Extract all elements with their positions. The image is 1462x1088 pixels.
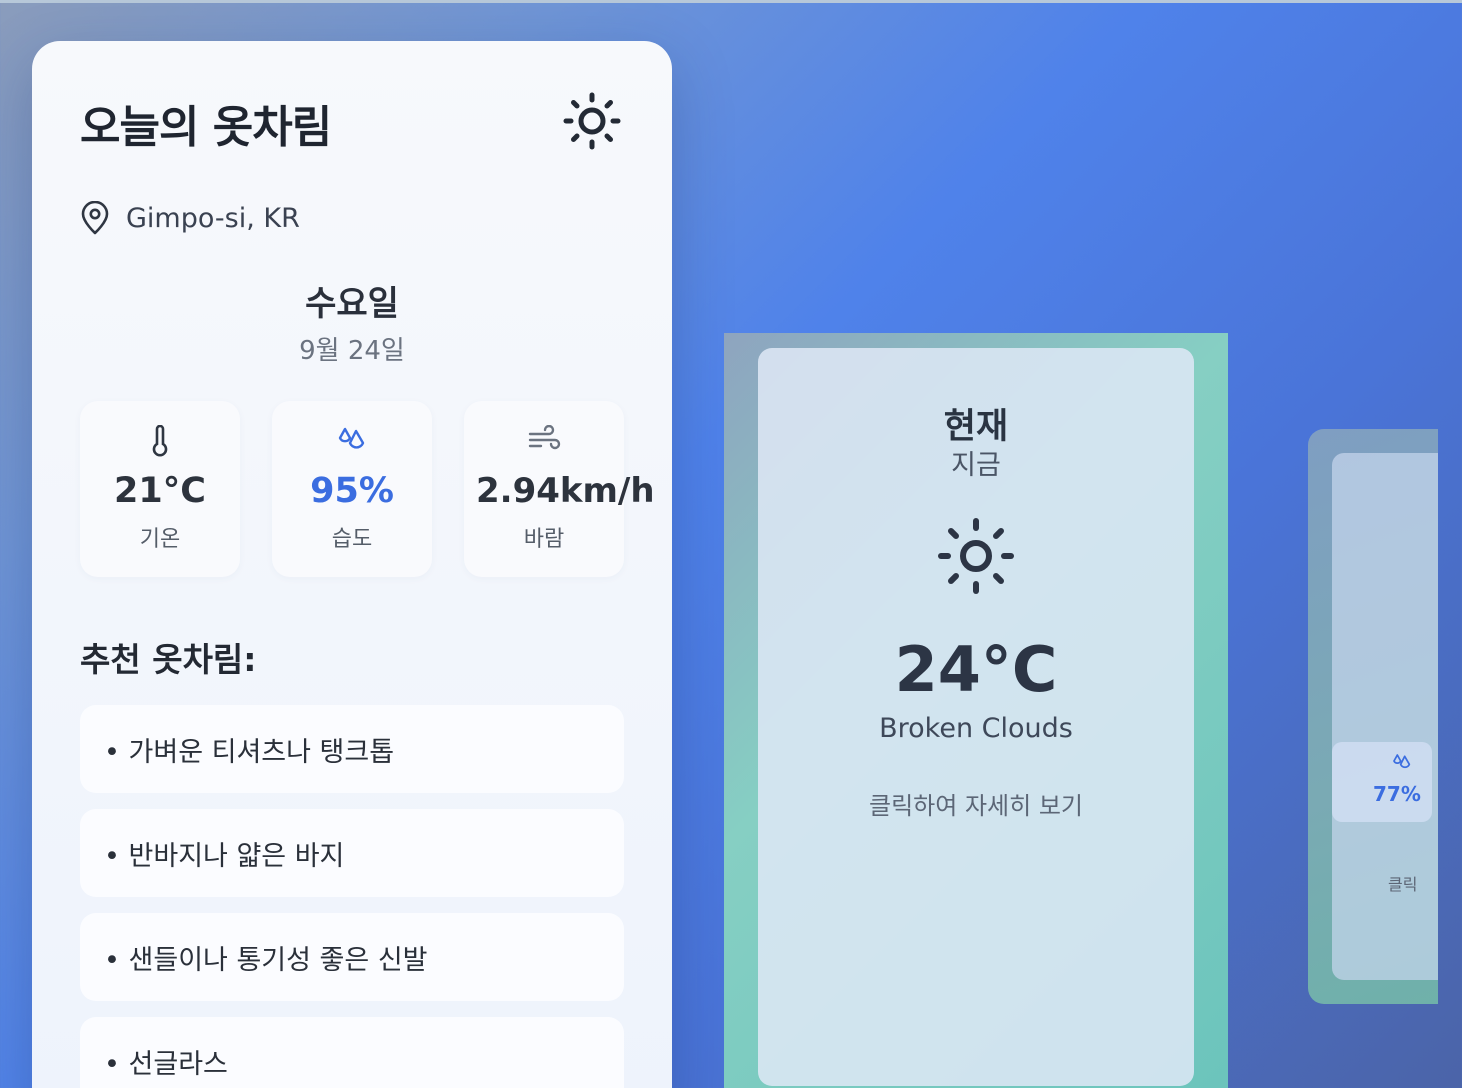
temperature-label: 기온 bbox=[139, 527, 181, 552]
map-pin-icon bbox=[81, 201, 109, 235]
list-item: • 샌들이나 통기성 좋은 신발 bbox=[80, 913, 624, 1001]
wind-icon bbox=[528, 425, 561, 450]
recommendations-title: 추천 옷차림: bbox=[80, 640, 257, 679]
humidity-value: 95% bbox=[310, 471, 394, 511]
recommendations-list: • 가벼운 티셔츠나 탱크톱 • 반바지나 얇은 바지 • 샌들이나 통기성 좋… bbox=[80, 705, 624, 1088]
next-weather-card[interactable]: 77% 클릭 bbox=[1308, 429, 1438, 1004]
next-humidity-value: 77% bbox=[1373, 782, 1421, 806]
current-weather-card-inner: 현재 지금 24°C Broken Clouds 클릭하여 자세히 보기 bbox=[758, 348, 1194, 1086]
temperature-stat: 21°C 기온 bbox=[80, 401, 240, 577]
list-item: • 반바지나 얇은 바지 bbox=[80, 809, 624, 897]
list-item: • 가벼운 티셔츠나 탱크톱 bbox=[80, 705, 624, 793]
humidity-stat: 95% 습도 bbox=[272, 401, 432, 577]
card-subtitle: 지금 bbox=[951, 450, 1001, 481]
date: 9월 24일 bbox=[299, 336, 405, 366]
wind-value: 2.94km/h bbox=[476, 471, 655, 511]
next-humidity-stat: 77% bbox=[1332, 742, 1432, 822]
droplets-icon bbox=[338, 427, 365, 449]
sun-icon bbox=[563, 92, 621, 150]
weekday: 수요일 bbox=[305, 284, 399, 324]
wind-label: 바람 bbox=[523, 527, 565, 552]
next-card-hint: 클릭 bbox=[1388, 875, 1418, 894]
droplets-icon bbox=[1393, 754, 1411, 769]
card-hint: 클릭하여 자세히 보기 bbox=[869, 792, 1083, 820]
sun-icon bbox=[938, 518, 1014, 594]
temperature-value: 21°C bbox=[114, 471, 206, 511]
page-title: 오늘의 옷차림 bbox=[80, 102, 332, 153]
humidity-label: 습도 bbox=[331, 527, 373, 552]
window-top-border bbox=[0, 0, 1462, 3]
weather-stats: 21°C 기온 95% 습도 2.94km/h 바람 bbox=[80, 401, 655, 577]
outfit-panel: 오늘의 옷차림 Gimpo-si, KR 수요일 9월 24일 21°C 기온 bbox=[32, 41, 672, 1088]
card-temperature: 24°C bbox=[894, 633, 1058, 706]
theme-toggle-button[interactable] bbox=[560, 91, 624, 155]
card-description: Broken Clouds bbox=[879, 713, 1073, 744]
location: Gimpo-si, KR bbox=[80, 201, 300, 235]
list-item: • 선글라스 bbox=[80, 1017, 624, 1088]
current-weather-card[interactable]: 현재 지금 24°C Broken Clouds 클릭하여 자세히 보기 bbox=[724, 333, 1228, 1088]
location-label: Gimpo-si, KR bbox=[126, 202, 300, 234]
thermometer-icon bbox=[152, 425, 168, 457]
next-weather-card-inner bbox=[1332, 453, 1438, 980]
card-title: 현재 bbox=[943, 407, 1009, 447]
wind-stat: 2.94km/h 바람 bbox=[464, 401, 655, 577]
